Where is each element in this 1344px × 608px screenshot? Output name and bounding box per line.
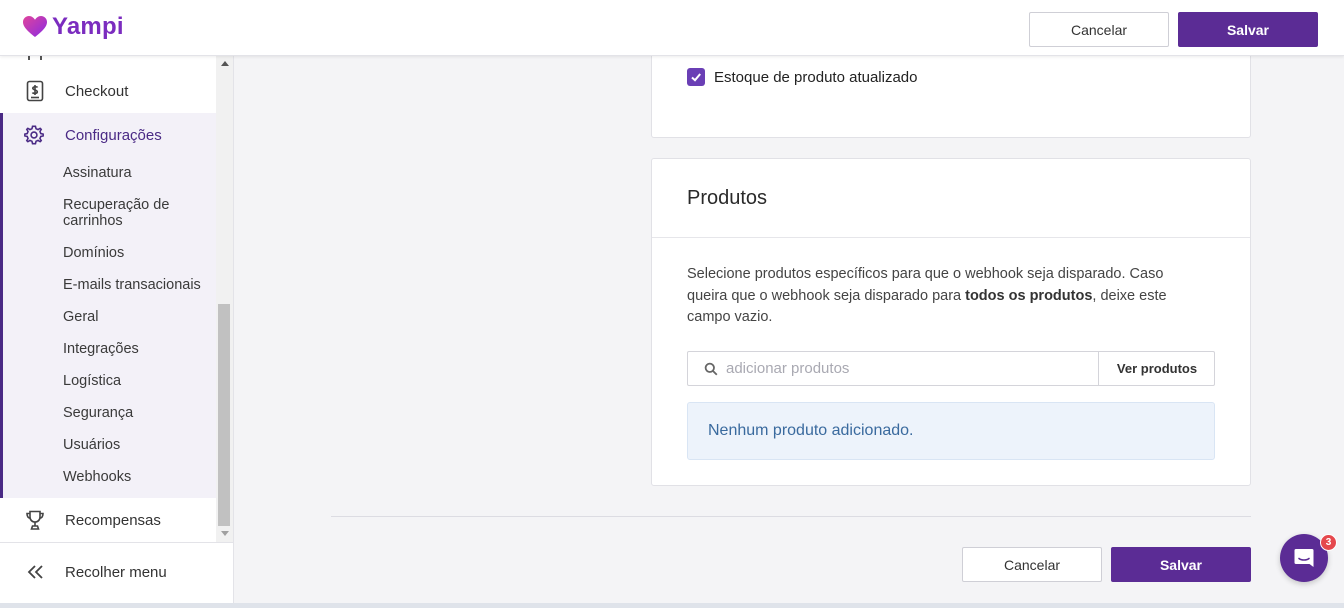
submenu-logistica[interactable]: Logística [63,373,121,389]
bottom-strip [0,603,1344,608]
checkbox-estoque[interactable] [687,68,705,86]
submenu-geral[interactable]: Geral [63,309,98,325]
submenu-dominios[interactable]: Domínios [63,245,124,261]
double-chevron-left-icon [27,565,43,579]
submenu-integracoes[interactable]: Integrações [63,341,139,357]
brand-name: Yampi [52,13,124,40]
sidebar-item-label: Recompensas [65,511,161,529]
heart-logo-icon [23,16,47,37]
product-search-input[interactable] [726,352,1096,385]
header-cancel-button[interactable]: Cancelar [1029,12,1169,47]
footer-save-button[interactable]: Salvar [1111,547,1251,582]
submenu-seguranca[interactable]: Segurança [63,405,133,421]
submenu-recuperacao-carrinhos[interactable]: Recuperação de carrinhos [63,197,193,229]
sidebar-item-label: Configurações [65,126,162,144]
header-save-button[interactable]: Salvar [1178,12,1318,47]
sidebar: Checkout Configurações Assinatura Recupe… [0,56,234,608]
gear-icon [24,125,44,145]
scrollbar-thumb[interactable] [218,304,230,526]
collapse-menu-label: Recolher menu [65,563,167,581]
sidebar-item-recompensas[interactable]: Recompensas [0,498,216,542]
top-bar: Yampi Cancelar Salvar [0,0,1344,56]
product-search-box: Ver produtos [687,351,1215,386]
view-products-button[interactable]: Ver produtos [1098,352,1215,385]
yampi-logo[interactable]: Yampi [22,13,124,41]
description-bold-text: todos os produtos [965,287,1093,304]
receipt-dollar-icon [26,80,44,102]
divider [0,542,233,543]
scroll-down-arrow-icon[interactable] [221,531,229,536]
submenu-emails-transacionais[interactable]: E-mails transacionais [63,277,201,293]
divider [652,237,1250,238]
products-description: Selecione produtos específicos para que … [687,264,1207,329]
sidebar-item-checkout[interactable]: Checkout [0,69,216,113]
partial-menu-icon [28,56,42,60]
trophy-icon [26,510,44,530]
checkbox-label: Estoque de produto atualizado [714,69,918,86]
submenu-webhooks[interactable]: Webhooks [63,469,131,485]
footer-cancel-button[interactable]: Cancelar [962,547,1102,582]
collapse-menu-button[interactable]: Recolher menu [0,550,233,594]
check-icon [691,73,701,82]
submenu-assinatura[interactable]: Assinatura [63,165,132,181]
divider [331,516,1251,517]
scroll-up-arrow-icon[interactable] [221,61,229,66]
sidebar-item-label: Checkout [65,82,129,100]
chat-icon [1294,549,1314,567]
search-icon [704,362,718,376]
products-card: Produtos Selecione produtos específicos … [651,158,1251,486]
products-card-title: Produtos [687,187,768,209]
notification-badge: 3 [1320,534,1337,551]
empty-products-message: Nenhum produto adicionado. [687,402,1215,460]
sidebar-item-configuracoes[interactable]: Configurações [0,113,216,157]
submenu-usuarios[interactable]: Usuários [63,437,120,453]
